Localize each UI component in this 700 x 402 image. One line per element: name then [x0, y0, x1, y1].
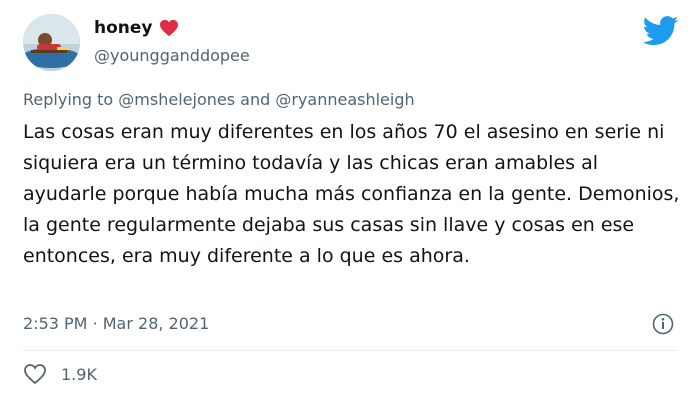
avatar-image	[23, 14, 80, 71]
twitter-bird-icon[interactable]	[643, 16, 679, 46]
red-heart-icon	[159, 19, 178, 37]
mention-link-1[interactable]: @mshelejones	[118, 90, 235, 109]
author-handle[interactable]: @youngganddopee	[94, 46, 250, 65]
divider	[23, 350, 677, 351]
reply-prefix: Replying to	[23, 90, 114, 109]
display-name[interactable]: honey	[94, 18, 153, 38]
info-icon[interactable]	[652, 313, 674, 335]
tweet-date[interactable]: Mar 28, 2021	[103, 314, 210, 333]
tweet-text: Las cosas eran muy diferentes en los año…	[23, 121, 680, 267]
avatar[interactable]	[23, 14, 80, 71]
like-action[interactable]: 1.9K	[23, 363, 97, 385]
like-count: 1.9K	[61, 364, 97, 384]
heart-outline-icon[interactable]	[23, 363, 47, 385]
meta-separator: ·	[92, 314, 98, 333]
replying-to-line: Replying to @mshelejones and @ryanneashl…	[23, 90, 415, 109]
tweet-time[interactable]: 2:53 PM	[23, 314, 87, 333]
mention-link-2[interactable]: @ryanneashleigh	[275, 90, 414, 109]
reply-connector: and	[240, 90, 271, 109]
tweet-timestamp[interactable]: 2:53 PM · Mar 28, 2021	[23, 314, 209, 333]
author-name-row[interactable]: honey	[94, 18, 179, 38]
